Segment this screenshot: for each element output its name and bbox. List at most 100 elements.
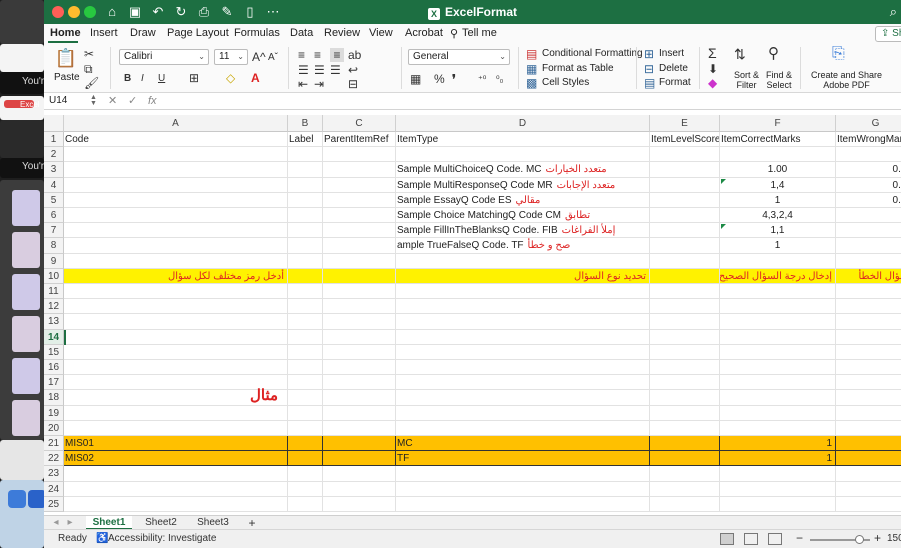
cell-g9[interactable] xyxy=(836,254,901,269)
cell-e24[interactable] xyxy=(650,481,720,497)
cell-e5[interactable] xyxy=(650,192,720,208)
cell-c13[interactable] xyxy=(323,314,396,330)
cell-g24[interactable] xyxy=(836,482,901,497)
row-header[interactable]: 9 xyxy=(44,253,64,269)
cell-b25[interactable] xyxy=(288,496,323,512)
fill-color-icon[interactable]: ◇ xyxy=(226,71,235,85)
cell-g12[interactable] xyxy=(836,299,901,315)
cell-b2[interactable] xyxy=(288,147,323,163)
cell-a16[interactable] xyxy=(64,360,288,376)
row-header[interactable]: 21 xyxy=(44,436,64,452)
tab-review[interactable]: Review xyxy=(324,27,360,39)
row-header[interactable]: 12 xyxy=(44,299,64,315)
delete-cells-button[interactable]: Delete xyxy=(659,63,688,74)
cell-g22[interactable] xyxy=(836,451,901,467)
conditional-formatting-icon[interactable]: ▤ xyxy=(526,47,537,61)
cell-g4[interactable]: 0.00 xyxy=(836,178,901,193)
cell-a8[interactable] xyxy=(64,238,288,254)
row-header[interactable]: 17 xyxy=(44,375,64,391)
cell-a23[interactable] xyxy=(64,466,288,482)
cell-d17[interactable] xyxy=(396,375,650,391)
cell-f25[interactable] xyxy=(720,496,836,512)
cell-b17[interactable] xyxy=(288,375,323,391)
tab-insert[interactable]: Insert xyxy=(90,27,118,39)
cell-d13[interactable] xyxy=(396,314,650,330)
cell-b5[interactable] xyxy=(288,192,323,208)
orientation-icon[interactable]: ab xyxy=(348,48,361,62)
cell-b1[interactable]: Label xyxy=(288,132,323,148)
cell-f8[interactable]: 1 xyxy=(720,238,836,254)
row-header[interactable]: 16 xyxy=(44,360,64,376)
cell-d16[interactable] xyxy=(396,360,650,376)
cell-a2[interactable] xyxy=(64,147,288,163)
cell-c16[interactable] xyxy=(323,360,396,376)
cell-b3[interactable] xyxy=(288,162,323,178)
increase-decimal-icon[interactable]: ⁺⁰ xyxy=(478,72,486,86)
sheet-tab[interactable]: Sheet2 xyxy=(138,516,184,530)
search-icon[interactable]: ⌕ xyxy=(890,4,897,20)
cell-g2[interactable] xyxy=(836,147,901,163)
cell-g20[interactable] xyxy=(836,421,901,436)
error-indicator-icon[interactable] xyxy=(721,224,726,230)
cell-d18[interactable] xyxy=(396,390,650,406)
row-header[interactable]: 7 xyxy=(44,223,64,239)
cell-g25[interactable] xyxy=(836,497,901,512)
cell-a13[interactable] xyxy=(64,314,288,330)
cell-a15[interactable] xyxy=(64,344,288,360)
cell-d6[interactable]: Sample Choice MatchingQ Code CM تطابق xyxy=(396,208,650,224)
cell-e12[interactable] xyxy=(650,299,720,315)
cell-f17[interactable] xyxy=(720,375,836,391)
align-middle-icon[interactable]: ≡ xyxy=(314,48,321,62)
cell-g17[interactable] xyxy=(836,375,901,391)
format-cells-icon[interactable]: ▤ xyxy=(644,76,655,90)
row-header[interactable]: 4 xyxy=(44,177,64,193)
cell-a14[interactable] xyxy=(64,329,288,345)
cell-d4[interactable]: Sample MultiResponseQ Code MR متعدد الإجا… xyxy=(396,177,650,193)
row-header[interactable]: 11 xyxy=(44,284,64,300)
cell-e8[interactable] xyxy=(650,238,720,254)
cell-a1[interactable]: Code xyxy=(64,132,288,148)
cell-e17[interactable] xyxy=(650,375,720,391)
row-header[interactable]: 2 xyxy=(44,147,64,163)
cell-a25[interactable] xyxy=(64,496,288,512)
cell-c5[interactable] xyxy=(323,192,396,208)
number-format-select[interactable]: General ⌄ xyxy=(408,49,510,65)
align-right-icon[interactable]: ☰ xyxy=(330,63,341,77)
cell-c12[interactable] xyxy=(323,299,396,315)
add-sheet-button[interactable]: + xyxy=(244,516,260,530)
cell-e4[interactable] xyxy=(650,177,720,193)
conditional-formatting-button[interactable]: Conditional Formatting xyxy=(542,48,643,59)
cell-f2[interactable] xyxy=(720,147,836,163)
cell-styles-icon[interactable]: ▩ xyxy=(526,76,537,90)
cell-d3[interactable]: Sample MultiChoiceQ Code. MC متعدد الخيار… xyxy=(396,162,650,178)
cell-d12[interactable] xyxy=(396,299,650,315)
cell-f15[interactable] xyxy=(720,344,836,360)
row-header[interactable]: 23 xyxy=(44,466,64,482)
cell-d21[interactable]: MC xyxy=(396,436,650,452)
font-name-select[interactable]: Calibri ⌄ xyxy=(119,49,209,65)
cell-c22[interactable] xyxy=(323,451,396,467)
sheet-tab[interactable]: Sheet1 xyxy=(86,516,132,530)
cell-a3[interactable] xyxy=(64,162,288,178)
cell-c6[interactable] xyxy=(323,208,396,224)
delete-cells-icon[interactable]: ⊟ xyxy=(644,62,654,76)
cell-d25[interactable] xyxy=(396,496,650,512)
sheet-tab[interactable]: Sheet3 xyxy=(190,516,236,530)
zoom-in-icon[interactable]: + xyxy=(874,531,881,545)
cell-a10[interactable]: أدخل رمز مختلف لكل سؤال xyxy=(64,268,288,284)
cell-c2[interactable] xyxy=(323,147,396,163)
cell-f1[interactable]: ItemCorrectMarks xyxy=(720,132,836,148)
zoom-level[interactable]: 150% xyxy=(887,533,901,544)
cell-b13[interactable] xyxy=(288,314,323,330)
cell-e16[interactable] xyxy=(650,360,720,376)
row-header[interactable]: 14 xyxy=(44,329,64,345)
cell-e11[interactable] xyxy=(650,284,720,300)
cell-c18[interactable] xyxy=(323,390,396,406)
decrease-font-icon[interactable]: Aˇ xyxy=(268,51,278,65)
spreadsheet-grid[interactable]: A B C D E F G 1 Code Label ParentItemRef ItemType It… xyxy=(44,115,901,515)
cell-c24[interactable] xyxy=(323,481,396,497)
cell-b11[interactable] xyxy=(288,284,323,300)
cell-d9[interactable] xyxy=(396,253,650,269)
cell-b15[interactable] xyxy=(288,344,323,360)
column-header-b[interactable]: B xyxy=(288,115,323,132)
